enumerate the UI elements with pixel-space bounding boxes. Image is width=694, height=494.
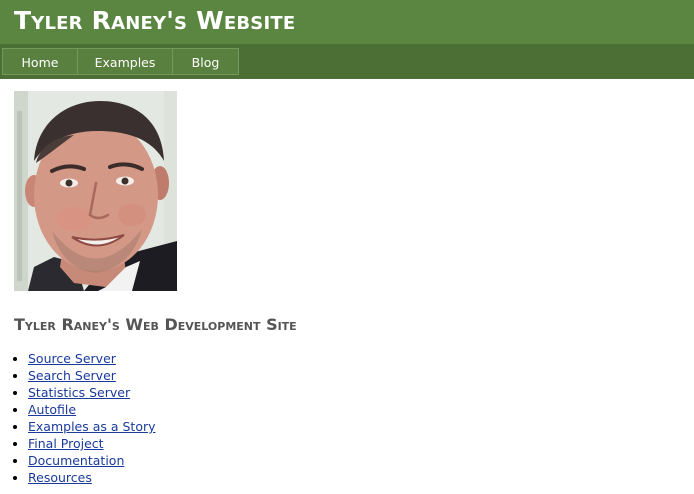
list-item: Autofile <box>28 401 156 418</box>
list-item: Source Server <box>28 350 156 367</box>
nav-item-examples[interactable]: Examples <box>77 48 173 75</box>
nav-menu: Home Examples Blog <box>2 48 239 75</box>
list-item: Search Server <box>28 367 156 384</box>
site-header: Tyler Raney's Website <box>0 0 694 44</box>
list-item: Examples as a Story <box>28 418 156 435</box>
link-final-project[interactable]: Final Project <box>28 436 104 451</box>
link-resources[interactable]: Resources <box>28 470 92 485</box>
list-item: Resources <box>28 469 156 486</box>
link-source-server[interactable]: Source Server <box>28 351 116 366</box>
list-item: Statistics Server <box>28 384 156 401</box>
link-documentation[interactable]: Documentation <box>28 453 124 468</box>
page-heading: Tyler Raney's Web Development Site <box>14 315 297 334</box>
nav-item-blog[interactable]: Blog <box>172 48 239 75</box>
profile-photo <box>14 91 177 291</box>
site-title: Tyler Raney's Website <box>14 6 296 35</box>
link-search-server[interactable]: Search Server <box>28 368 116 383</box>
link-examples-as-a-story[interactable]: Examples as a Story <box>28 419 156 434</box>
link-autofile[interactable]: Autofile <box>28 402 76 417</box>
link-list: Source Server Search Server Statistics S… <box>28 350 156 486</box>
nav-bar: Home Examples Blog <box>0 44 694 79</box>
list-item: Documentation <box>28 452 156 469</box>
profile-photo-image <box>14 91 177 291</box>
list-item: Final Project <box>28 435 156 452</box>
nav-item-home[interactable]: Home <box>2 48 78 75</box>
link-statistics-server[interactable]: Statistics Server <box>28 385 130 400</box>
